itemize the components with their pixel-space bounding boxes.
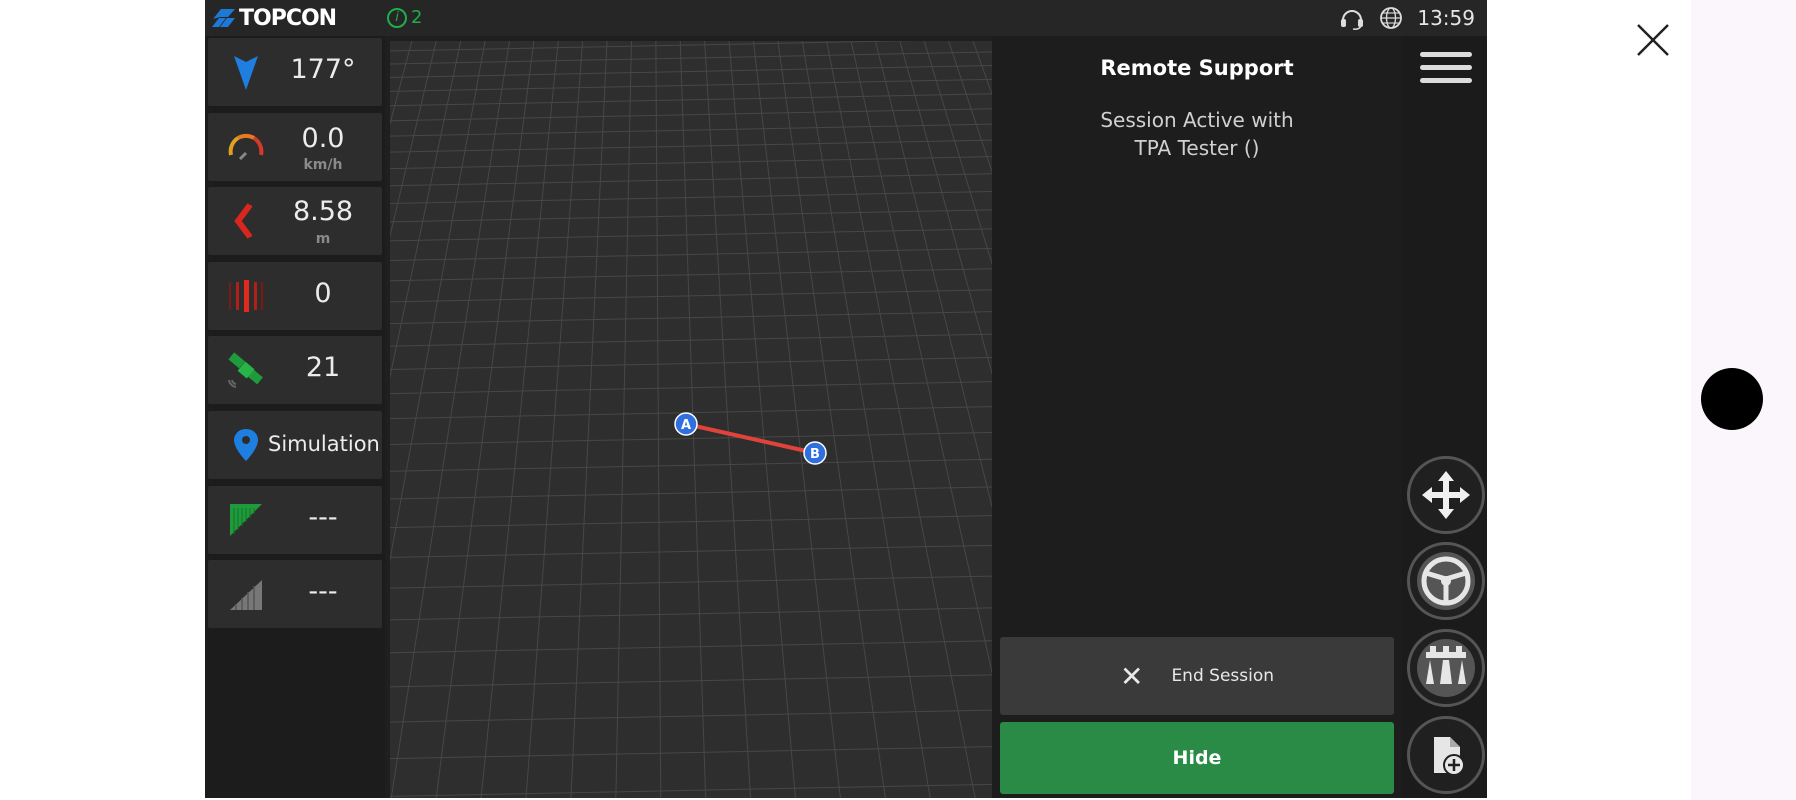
point-a[interactable]: A	[674, 412, 698, 436]
grid-line	[826, 41, 976, 798]
close-icon: ✕	[1119, 659, 1144, 693]
tile-signal[interactable]: ---	[208, 560, 382, 628]
grid-line	[525, 41, 584, 798]
session-line-2: TPA Tester ()	[1134, 136, 1260, 160]
tile-offline[interactable]: 8.58 m	[208, 187, 382, 255]
grid-line	[390, 78, 992, 92]
add-document-button[interactable]	[1407, 716, 1485, 794]
tile-speed[interactable]: 0.0 km/h	[208, 113, 382, 181]
grid-line	[390, 458, 992, 472]
grid-line	[728, 41, 796, 798]
sprayer-icon	[1417, 639, 1475, 697]
tile-value: 0.0	[301, 123, 345, 154]
grid-line	[390, 640, 992, 654]
grid-line	[390, 746, 992, 760]
grid-line	[390, 607, 992, 621]
point-a-label: A	[681, 418, 691, 433]
hide-label: Hide	[1172, 747, 1222, 769]
tile-lines[interactable]: 0	[208, 262, 382, 330]
tile-value: 8.58	[292, 196, 354, 227]
satellite-icon	[228, 352, 263, 388]
tile-unit: m	[315, 231, 331, 247]
info-notifications[interactable]: i 2	[387, 7, 422, 28]
end-session-label: End Session	[1171, 666, 1275, 686]
grid-line	[390, 674, 992, 688]
session-line-1: Session Active with	[1100, 108, 1294, 132]
clock: 13:59	[1417, 6, 1475, 30]
grid-line	[390, 381, 992, 395]
tile-source[interactable]: Simulation	[208, 411, 382, 479]
tool-rail	[1402, 36, 1487, 798]
heading-arrow-icon	[234, 56, 258, 90]
remote-support-panel: Remote Support Session Active with TPA T…	[992, 36, 1402, 798]
autosteer-button[interactable]	[1407, 542, 1485, 620]
hide-button[interactable]: Hide	[1000, 722, 1394, 794]
location-pin-icon	[234, 429, 258, 461]
coverage-flag-icon	[230, 504, 262, 536]
tile-unit: km/h	[303, 157, 343, 173]
grid-line	[390, 289, 992, 303]
topcon-logo-mark	[212, 9, 235, 27]
guidance-lines-icon	[229, 280, 263, 312]
grid-line	[390, 123, 992, 137]
grid-line	[390, 93, 992, 107]
tile-heading[interactable]: 177°	[208, 38, 382, 106]
grid-line	[655, 41, 662, 798]
close-icon[interactable]	[1633, 20, 1673, 60]
grid-line	[390, 191, 992, 205]
grid-line	[390, 311, 992, 325]
grid-line	[390, 108, 992, 122]
grid-line	[390, 575, 992, 589]
tile-value: 177°	[290, 54, 356, 85]
guidance-map[interactable]: A B	[390, 41, 992, 798]
device-screen: TOPCON i 2 13:59 177° 0.0 km/h 8.58 m 0 …	[205, 0, 1487, 798]
grid-line	[390, 268, 992, 282]
status-bar: TOPCON i 2 13:59	[205, 0, 1487, 36]
implement-button[interactable]	[1407, 629, 1485, 707]
tile-value: ---	[308, 502, 338, 533]
tile-value: 0	[314, 278, 332, 309]
topcon-logo: TOPCON	[211, 5, 337, 31]
logo-text: TOPCON	[239, 5, 337, 31]
speedometer-icon	[228, 133, 264, 161]
floating-dot[interactable]	[1701, 368, 1763, 430]
grid-line	[390, 247, 992, 261]
grid-line	[390, 333, 992, 347]
panel-title: Remote Support	[1100, 56, 1294, 80]
info-icon: i	[387, 7, 407, 28]
globe-icon[interactable]	[1379, 6, 1403, 30]
end-session-button[interactable]: ✕ End Session	[1000, 637, 1394, 715]
status-tiles: 177° 0.0 km/h 8.58 m 0 21 Simulation ---…	[205, 36, 385, 798]
tile-value: Simulation	[268, 432, 380, 456]
move-arrows-icon	[1422, 471, 1470, 519]
headset-icon[interactable]	[1339, 6, 1365, 30]
offline-distance-icon	[234, 203, 253, 239]
status-icons: 13:59	[1339, 6, 1475, 30]
add-file-icon	[1434, 737, 1465, 776]
tile-value: ---	[308, 576, 338, 607]
grid-line	[390, 51, 992, 65]
grid-line	[570, 41, 608, 798]
info-count: 2	[411, 7, 423, 28]
grid-line	[390, 486, 992, 500]
session-status: Session Active with TPA Tester ()	[992, 106, 1402, 162]
grid-line	[390, 709, 992, 723]
tile-satellites[interactable]: 21	[208, 336, 382, 404]
tile-value: 21	[305, 352, 341, 383]
map-grid: A B	[390, 41, 992, 798]
signal-icon	[230, 580, 262, 610]
pan-button[interactable]	[1407, 456, 1485, 534]
grid-line	[390, 515, 992, 529]
hamburger-menu-icon[interactable]	[1420, 52, 1472, 92]
grid-line	[390, 783, 992, 797]
grid-line	[390, 173, 992, 187]
grid-line	[390, 544, 992, 558]
grid-line	[615, 41, 632, 798]
grid-line	[390, 209, 992, 223]
point-b[interactable]: B	[803, 441, 827, 465]
grid-line	[390, 156, 992, 170]
point-b-label: B	[810, 447, 820, 462]
tile-coverage[interactable]: ---	[208, 486, 382, 554]
steering-wheel-icon	[1417, 552, 1475, 610]
